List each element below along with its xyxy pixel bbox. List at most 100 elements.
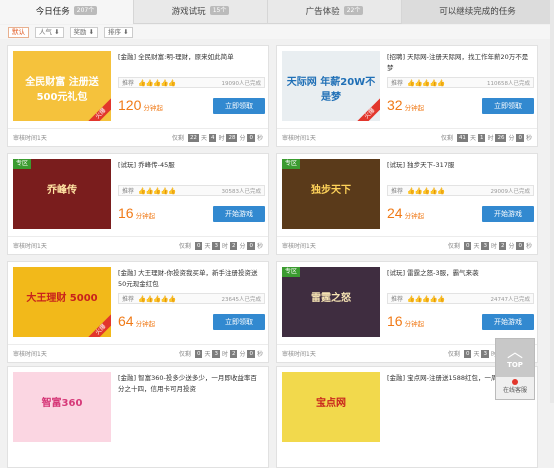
task-thumbnail[interactable]: 乔峰传 专区 (13, 159, 111, 229)
completed-count: 110658人已完成 (487, 80, 530, 87)
thumbnail-banner-text: 全民财富 注册送500元礼包 (25, 77, 99, 103)
sort-order[interactable]: 排序 ⬇ (104, 26, 133, 38)
countdown-hours: 4 (208, 133, 217, 142)
thumbnail-banner-text: 独步天下 (311, 185, 351, 196)
audit-time: 审核时间1天 (282, 243, 316, 250)
countdown-days: 0 (194, 241, 203, 250)
task-title[interactable]: [试玩] 雷霆之怒-3服，霸气来袭 (387, 268, 532, 279)
reward-amount: 120 分钟起 (118, 97, 163, 113)
tab-game-trial[interactable]: 游戏试玩 15个 (134, 0, 268, 24)
countdown-seconds: 0 (247, 241, 255, 250)
completed-count: 29009人已完成 (490, 188, 531, 195)
task-thumbnail[interactable]: 全民财富 注册送500元礼包 火爆 (13, 51, 111, 121)
task-card: 乔峰传 专区 [试玩] 乔峰传-45服 推荐 👍👍👍👍👍 30583人已完成 1… (7, 153, 269, 255)
zone-badge: 专区 (13, 159, 32, 169)
task-card: 智富360 [金融] 智富360-投多少送多少，一月即收益率百分之十四，信用卡可… (7, 366, 269, 468)
task-action-button[interactable]: 开始游戏 (482, 314, 534, 330)
task-thumbnail[interactable]: 大王理财 5000 火爆 (13, 267, 111, 337)
thumbs-up-rating-icon: 👍👍👍👍👍 (138, 294, 176, 303)
task-footer: 审核时间1天 仅剩 41 天 1时 26 分 0秒 (277, 128, 537, 146)
countdown-hours: 1 (477, 133, 486, 142)
zone-badge: 专区 (282, 267, 301, 277)
tab-today-tasks[interactable]: 今日任务 207个 (0, 0, 134, 24)
task-action-button[interactable]: 开始游戏 (213, 206, 265, 222)
task-title[interactable]: [金融] 全民财富:明-理财，原来如此简单 (118, 52, 263, 63)
countdown-minutes: 2 (229, 349, 238, 358)
countdown-minutes: 28 (226, 133, 238, 142)
task-thumbnail[interactable]: 独步天下 专区 (282, 159, 380, 229)
completed-count: 19090人已完成 (221, 80, 262, 87)
sort-reward[interactable]: 奖励 ⬇ (69, 26, 99, 38)
sort-popularity[interactable]: 人气 ⬇ (35, 26, 64, 38)
audit-time: 审核时间1天 (282, 135, 316, 142)
task-meta: 推荐 👍👍👍👍👍 19090人已完成 (118, 77, 265, 88)
audit-time: 审核时间1天 (13, 243, 47, 250)
completed-count: 24747人已完成 (490, 296, 531, 303)
thumbnail-banner-text: 雷霆之怒 (311, 293, 351, 304)
task-title[interactable]: [试玩] 独步天下-317服 (387, 160, 532, 171)
reward-amount: 64 分钟起 (118, 313, 156, 329)
countdown: 仅剩 41 天 1时 26 分 0秒 (440, 133, 532, 142)
task-footer: 审核时间1天 仅剩 22 天 4时 28 分 0秒 (8, 128, 268, 146)
countdown-seconds: 0 (516, 133, 524, 142)
tab-ad-experience[interactable]: 广告体验 22个 (268, 0, 402, 24)
thumbs-up-rating-icon: 👍👍👍👍👍 (138, 186, 176, 195)
sort-bar: 默认 人气 ⬇ 奖励 ⬇ 排序 ⬇ (0, 25, 554, 39)
task-action-button[interactable]: 立即领取 (213, 98, 265, 114)
countdown: 仅剩 0天 3时 2分 0秒 (178, 241, 263, 250)
task-title[interactable]: [金融] 大王理财-你投资我买单，新手注册投资送50元现金红包 (118, 268, 263, 290)
back-to-top-button[interactable]: ︿ TOP 在线客服 (495, 338, 535, 400)
task-thumbnail[interactable]: 宝点网 (282, 372, 380, 442)
countdown: 仅剩 0天 3时 2分 0秒 (447, 241, 532, 250)
task-thumbnail[interactable]: 天际网 年薪20W不是梦 火爆 (282, 51, 380, 121)
task-meta: 推荐 👍👍👍👍👍 23645人已完成 (118, 293, 265, 304)
task-tabs: 今日任务 207个 游戏试玩 15个 广告体验 22个 可以继续完成的任务 (0, 0, 554, 24)
task-action-button[interactable]: 开始游戏 (482, 206, 534, 222)
thumbs-up-rating-icon: 👍👍👍👍👍 (138, 78, 176, 87)
task-title[interactable]: [试玩] 乔峰传-45服 (118, 160, 263, 171)
recommend-label: 推荐 (122, 296, 135, 303)
reward-amount: 16 分钟起 (118, 205, 156, 221)
completed-count: 23645人已完成 (221, 296, 262, 303)
countdown: 仅剩 0天 3时 2分 0秒 (178, 349, 263, 358)
task-meta: 推荐 👍👍👍👍👍 110658人已完成 (387, 77, 534, 88)
tab-continue-tasks[interactable]: 可以继续完成的任务 (402, 0, 554, 24)
task-thumbnail[interactable]: 雷霆之怒 专区 (282, 267, 380, 337)
task-meta: 推荐 👍👍👍👍👍 30583人已完成 (118, 185, 265, 196)
zone-badge: 专区 (282, 159, 301, 169)
task-thumbnail[interactable]: 智富360 (13, 372, 111, 442)
countdown-hours: 3 (481, 241, 489, 250)
thumbnail-banner-text: 宝点网 (316, 398, 346, 409)
task-footer: 审核时间1天 仅剩 0天 3时 2分 0秒 (277, 236, 537, 254)
countdown-seconds: 0 (247, 133, 255, 142)
task-meta: 推荐 👍👍👍👍👍 24747人已完成 (387, 293, 534, 304)
countdown-minutes: 26 (495, 133, 507, 142)
online-service-link[interactable]: 在线客服 (496, 377, 534, 399)
recommend-label: 推荐 (391, 188, 404, 195)
sort-default[interactable]: 默认 (8, 26, 29, 38)
task-title[interactable]: [金融] 智富360-投多少送多少，一月即收益率百分之十四，信用卡可月投资 (118, 373, 263, 395)
reward-amount: 32 分钟起 (387, 97, 425, 113)
task-title[interactable]: [招聘] 天际网-注册天际网，找工作年薪20万不是梦 (387, 52, 532, 74)
completed-count: 30583人已完成 (221, 188, 262, 195)
countdown-days: 41 (456, 133, 468, 142)
reward-amount: 16 分钟起 (387, 313, 425, 329)
thumbnail-banner-text: 天际网 年薪20W不是梦 (286, 77, 376, 103)
tab-count-badge: 15个 (209, 6, 230, 15)
recommend-label: 推荐 (122, 80, 135, 87)
countdown-days: 0 (463, 349, 472, 358)
countdown: 仅剩 22 天 4时 28 分 0秒 (171, 133, 263, 142)
hot-ribbon: 火爆 (84, 313, 111, 337)
thumbs-up-rating-icon: 👍👍👍👍👍 (407, 294, 445, 303)
scrollbar[interactable] (550, 0, 554, 403)
countdown-hours: 3 (212, 349, 220, 358)
task-action-button[interactable]: 立即领取 (213, 314, 265, 330)
countdown-hours: 3 (212, 241, 220, 250)
audit-time: 审核时间1天 (13, 135, 47, 142)
task-card: 大王理财 5000 火爆 [金融] 大王理财-你投资我买单，新手注册投资送50元… (7, 261, 269, 363)
task-card: 独步天下 专区 [试玩] 独步天下-317服 推荐 👍👍👍👍👍 29009人已完… (276, 153, 538, 255)
thumbnail-banner-text: 智富360 (41, 398, 83, 409)
task-action-button[interactable]: 立即领取 (482, 98, 534, 114)
thumbnail-banner-text: 大王理财 5000 (26, 293, 98, 304)
thumbs-up-rating-icon: 👍👍👍👍👍 (407, 78, 445, 87)
